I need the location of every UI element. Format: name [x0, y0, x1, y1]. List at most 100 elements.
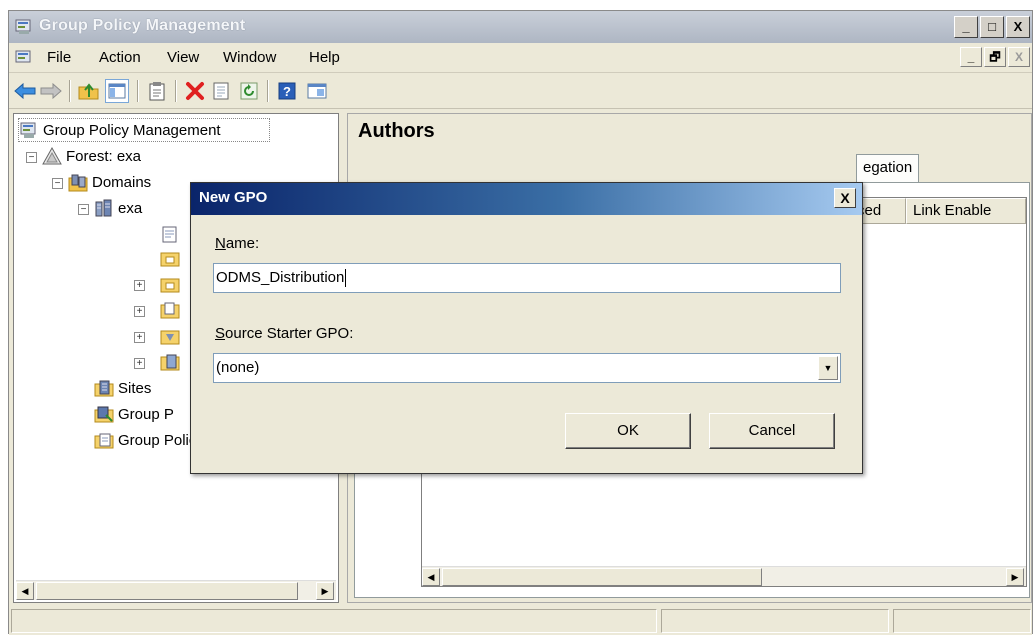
- name-label: Name:: [215, 235, 259, 252]
- column-header-link-enabled[interactable]: Link Enable: [906, 198, 1026, 224]
- tree-label: Group Policy Management: [43, 121, 221, 139]
- delete-icon[interactable]: [183, 79, 207, 103]
- tree-hscrollbar[interactable]: ◀ ▶: [16, 580, 336, 600]
- mdi-controls: _ 🗗 X: [958, 47, 1030, 67]
- scroll-left-icon[interactable]: ◀: [16, 582, 34, 600]
- tree-item-default-policy[interactable]: [160, 222, 184, 246]
- tree-item-ou[interactable]: [160, 246, 184, 270]
- menu-help[interactable]: Help: [309, 49, 340, 66]
- tree-label: Domains: [92, 173, 152, 191]
- forest-icon: [42, 146, 62, 164]
- wmi-folder-icon: [160, 330, 180, 344]
- gpm-root-icon: [20, 122, 36, 138]
- help-icon[interactable]: ?: [275, 79, 299, 103]
- dialog-titlebar[interactable]: New GPO X: [191, 183, 862, 215]
- tree-label: Sites: [118, 379, 152, 397]
- menubar: File Action View Window Help _ 🗗 X: [9, 43, 1032, 73]
- dialog-close-button[interactable]: X: [834, 188, 856, 208]
- expand-icon[interactable]: +: [134, 280, 145, 291]
- menu-action[interactable]: Action: [99, 49, 141, 66]
- scroll-right-icon[interactable]: ▶: [1006, 568, 1024, 586]
- refresh-icon[interactable]: [237, 79, 261, 103]
- status-panel-3: [893, 609, 1031, 633]
- scroll-right-icon[interactable]: ▶: [316, 582, 334, 600]
- close-button[interactable]: X: [1006, 16, 1030, 38]
- mdi-close-button[interactable]: X: [1008, 47, 1030, 67]
- maximize-button[interactable]: □: [980, 16, 1004, 38]
- menu-file[interactable]: File: [47, 49, 71, 66]
- source-access-key: S: [215, 325, 226, 342]
- page-title: Authors: [358, 120, 435, 142]
- ok-button[interactable]: OK: [565, 413, 691, 449]
- tree-item-forest[interactable]: Forest: exa: [42, 144, 141, 168]
- source-starter-value: (none): [216, 359, 260, 376]
- new-gpo-dialog: New GPO X Name: ODMS_Distribution Source…: [190, 182, 863, 474]
- back-arrow-icon[interactable]: [13, 79, 37, 103]
- properties-icon[interactable]: [209, 79, 233, 103]
- tab-delegation[interactable]: egation: [856, 154, 920, 182]
- expand-icon[interactable]: +: [134, 306, 145, 317]
- menu-window[interactable]: Window: [223, 49, 276, 66]
- cancel-button[interactable]: Cancel: [709, 413, 835, 449]
- gpo-name-input[interactable]: ODMS_Distribution: [213, 263, 841, 293]
- domain-icon: [95, 199, 112, 216]
- tree-item-domain[interactable]: exa: [94, 196, 142, 220]
- svg-text:?: ?: [283, 84, 291, 99]
- tree-item-gpo-container[interactable]: [160, 298, 184, 322]
- source-label-text: ource Starter GPO:: [225, 325, 354, 342]
- ou-folder-icon: [160, 278, 180, 292]
- tree-item-starter-gpos[interactable]: [160, 350, 184, 374]
- results-icon: [94, 433, 114, 448]
- scroll-left-icon[interactable]: ◀: [422, 568, 440, 586]
- window-title: Group Policy Management: [39, 17, 246, 34]
- dialog-title: New GPO: [199, 189, 268, 206]
- expand-icon[interactable]: +: [134, 332, 145, 343]
- console-doc-icon[interactable]: [15, 49, 33, 66]
- gpm-app-icon: [15, 19, 31, 34]
- menu-view[interactable]: View: [167, 49, 199, 66]
- gpo-folder-icon: [160, 302, 180, 318]
- tree-label: Group P: [118, 405, 174, 423]
- collapse-icon[interactable]: −: [26, 152, 37, 163]
- source-starter-gpo-select[interactable]: (none) ▼: [213, 353, 841, 383]
- tree-item-domains[interactable]: Domains: [68, 170, 151, 194]
- list-hscrollbar[interactable]: ◀ ▶: [422, 566, 1026, 586]
- chevron-down-icon[interactable]: ▼: [818, 356, 838, 380]
- mdi-minimize-button[interactable]: _: [960, 47, 982, 67]
- collapse-icon[interactable]: −: [52, 178, 63, 189]
- toolbar-separator: [175, 80, 177, 102]
- up-folder-icon[interactable]: [77, 79, 101, 103]
- toolbar-separator: [69, 80, 71, 102]
- name-access-key: N: [215, 235, 226, 252]
- show-hide-tree-icon[interactable]: [105, 79, 129, 103]
- console-icon[interactable]: [305, 79, 329, 103]
- clipboard-icon[interactable]: [145, 79, 169, 103]
- domains-icon: [68, 174, 88, 191]
- modeling-icon: [94, 406, 114, 422]
- tree-label: Forest: exa: [66, 147, 142, 165]
- toolbar: ?: [9, 73, 1032, 109]
- source-starter-label: Source Starter GPO:: [215, 325, 353, 342]
- toolbar-separator: [267, 80, 269, 102]
- forward-arrow-icon[interactable]: [39, 79, 63, 103]
- window-titlebar[interactable]: Group Policy Management _ □ X: [9, 11, 1032, 43]
- tree-item-gpm-root[interactable]: Group Policy Management: [18, 118, 270, 142]
- text-caret: [345, 269, 347, 288]
- name-label-text: ame:: [225, 235, 260, 252]
- mdi-restore-button[interactable]: 🗗: [984, 47, 1006, 67]
- tree-item-wmi-filters[interactable]: [160, 324, 184, 348]
- tree-item-sites[interactable]: Sites: [94, 376, 151, 400]
- gpo-name-value: ODMS_Distribution: [216, 269, 345, 286]
- ou-folder-icon: [160, 252, 180, 266]
- status-panel-main: [11, 609, 657, 633]
- status-panel-2: [661, 609, 889, 633]
- collapse-icon[interactable]: −: [78, 204, 89, 215]
- scroll-thumb[interactable]: [442, 568, 762, 586]
- scroll-thumb[interactable]: [36, 582, 298, 600]
- sites-icon: [94, 380, 114, 396]
- expand-icon[interactable]: +: [134, 358, 145, 369]
- tree-item-modeling[interactable]: Group P: [94, 402, 174, 426]
- minimize-button[interactable]: _: [954, 16, 978, 38]
- tree-item-ou-2[interactable]: [160, 272, 184, 296]
- starter-gpo-icon: [160, 354, 180, 370]
